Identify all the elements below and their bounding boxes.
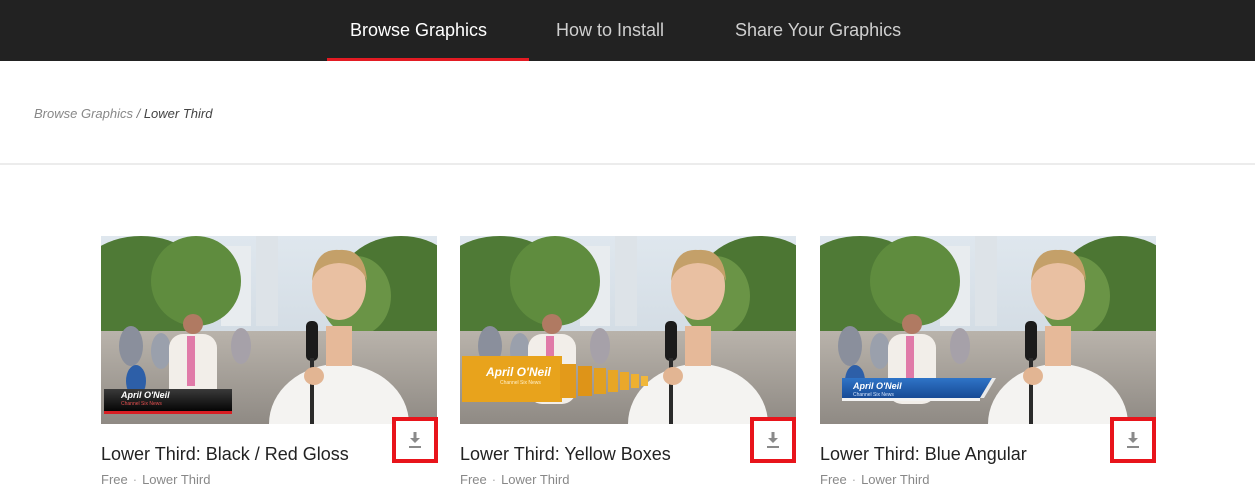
meta-separator: · — [132, 472, 138, 487]
graphic-thumbnail[interactable]: April O'Neil Channel Six News — [460, 236, 796, 424]
download-button[interactable] — [1110, 417, 1156, 463]
lower-third-bar: April O'Neil Channel Six News — [104, 389, 232, 414]
graphic-thumbnail[interactable]: April O'Neil Channel Six News — [820, 236, 1156, 424]
download-button[interactable] — [750, 417, 796, 463]
lower-third-name: April O'Neil — [486, 365, 551, 379]
price-label: Free — [101, 472, 128, 487]
card-meta: Free · Lower Third — [101, 472, 210, 487]
graphic-card: April O'Neil Channel Six News Lower Thir… — [101, 236, 438, 487]
tab-browse-graphics[interactable]: Browse Graphics — [350, 0, 487, 61]
lower-third-subtitle: Channel Six News — [500, 380, 541, 386]
breadcrumb-parent-link[interactable]: Browse Graphics — [34, 106, 133, 121]
price-label: Free — [820, 472, 847, 487]
price-label: Free — [460, 472, 487, 487]
card-meta: Free · Lower Third — [460, 472, 569, 487]
category-label: Lower Third — [501, 472, 570, 487]
category-label: Lower Third — [861, 472, 930, 487]
card-title[interactable]: Lower Third: Black / Red Gloss — [101, 444, 349, 465]
download-icon — [409, 432, 421, 448]
tab-how-to-install[interactable]: How to Install — [556, 0, 664, 61]
active-tab-indicator — [327, 58, 529, 61]
breadcrumb-current: Lower Third — [143, 106, 213, 121]
tab-share-your-graphics[interactable]: Share Your Graphics — [735, 0, 901, 61]
breadcrumb-separator: / — [132, 106, 144, 121]
section-divider — [0, 163, 1255, 165]
lower-third-subtitle: Channel Six News — [121, 401, 162, 407]
graphic-thumbnail[interactable]: April O'Neil Channel Six News — [101, 236, 437, 424]
meta-separator: · — [851, 472, 857, 487]
card-meta: Free · Lower Third — [820, 472, 929, 487]
category-label: Lower Third — [142, 472, 211, 487]
breadcrumb: Browse Graphics / Lower Third — [34, 106, 212, 121]
download-icon — [767, 432, 779, 448]
graphic-card: April O'Neil Channel Six News Lower Thir… — [460, 236, 796, 487]
card-title[interactable]: Lower Third: Blue Angular — [820, 444, 1027, 465]
lower-third-name: April O'Neil — [121, 390, 170, 400]
lower-third-subtitle: Channel Six News — [853, 392, 894, 398]
graphic-card: April O'Neil Channel Six News Lower Thir… — [820, 236, 1156, 487]
reporter-scene-image — [460, 236, 796, 424]
meta-separator: · — [491, 472, 497, 487]
lower-third-name: April O'Neil — [853, 381, 902, 391]
card-title[interactable]: Lower Third: Yellow Boxes — [460, 444, 671, 465]
top-nav: Browse Graphics How to Install Share You… — [0, 0, 1255, 61]
download-button[interactable] — [392, 417, 438, 463]
download-icon — [1127, 432, 1139, 448]
